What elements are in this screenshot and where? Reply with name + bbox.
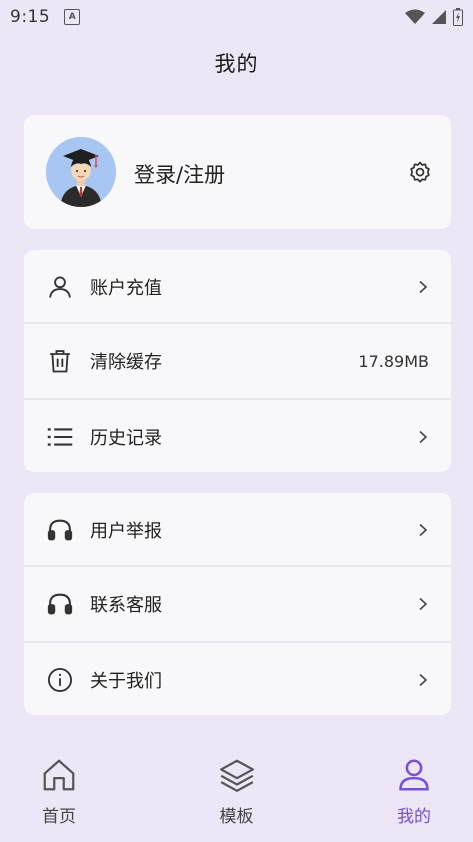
chevron-right-icon (419, 430, 428, 444)
info-icon (46, 666, 74, 694)
status-left: 9:15 A (10, 7, 81, 27)
cache-size-value: 17.89MB (358, 351, 429, 371)
status-time: 9:15 (10, 7, 51, 27)
list-item-recharge[interactable]: 账户充值 (24, 250, 451, 324)
chevron-right-icon (419, 673, 428, 687)
graduate-avatar-icon (46, 137, 116, 207)
list-item-label: 历史记录 (90, 428, 162, 449)
list-item-label: 联系客服 (90, 595, 162, 616)
person-icon (46, 273, 74, 301)
list-item-label: 账户充值 (90, 278, 162, 299)
nav-item-templates[interactable]: 模板 (178, 748, 296, 842)
wifi-icon (405, 9, 425, 24)
list-item-clear-cache[interactable]: 清除缓存 17.89MB (24, 324, 451, 398)
home-icon (43, 759, 75, 791)
list-item-label: 清除缓存 (90, 352, 162, 373)
trash-icon (46, 347, 74, 375)
cellular-signal-icon (432, 10, 446, 24)
layers-icon (219, 759, 254, 792)
chevron-right-icon (419, 523, 428, 537)
nav-label: 我的 (397, 807, 431, 827)
user-icon (399, 759, 429, 791)
text-a-icon: A (64, 9, 81, 25)
account-section-card: 账户充值 清除缓存 17.89MB 历史记录 (24, 250, 451, 472)
status-right (405, 8, 463, 26)
settings-button[interactable] (407, 159, 433, 185)
list-item-label: 关于我们 (90, 671, 162, 692)
list-item-report[interactable]: 用户举报 (24, 493, 451, 567)
list-item-customer-service[interactable]: 联系客服 (24, 567, 451, 641)
support-section-card: 用户举报 联系客服 关于我们 (24, 493, 451, 715)
list-icon (46, 423, 74, 451)
bottom-nav: 首页 模板 我的 (0, 748, 473, 842)
nav-label: 首页 (42, 807, 76, 827)
profile-card[interactable]: 登录/注册 (24, 115, 451, 229)
list-item-about[interactable]: 关于我们 (24, 643, 451, 715)
list-item-history[interactable]: 历史记录 (24, 400, 451, 472)
headphones-icon (46, 516, 74, 544)
list-item-label: 用户举报 (90, 521, 162, 542)
headphones-icon (46, 590, 74, 618)
nav-item-mine[interactable]: 我的 (355, 748, 473, 842)
battery-icon (453, 8, 463, 26)
chevron-right-icon (419, 597, 428, 611)
status-bar: 9:15 A (0, 0, 473, 34)
nav-label: 模板 (219, 807, 254, 827)
login-register-link[interactable]: 登录/注册 (134, 159, 225, 189)
chevron-right-icon (419, 280, 428, 294)
gear-icon (410, 161, 430, 183)
avatar[interactable] (46, 137, 116, 207)
page-title: 我的 (214, 52, 259, 76)
nav-item-home[interactable]: 首页 (0, 748, 118, 842)
